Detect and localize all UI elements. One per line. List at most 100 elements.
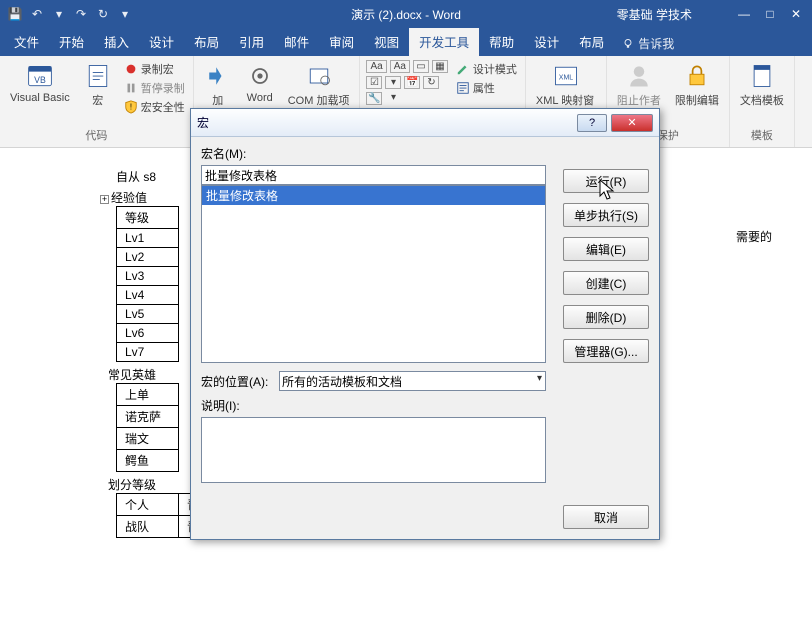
macro-list[interactable]: 批量修改表格 <box>201 185 546 363</box>
restrict-icon <box>683 62 711 90</box>
qat-dropdown-icon[interactable]: ▾ <box>116 5 134 23</box>
delete-button[interactable]: 删除(D) <box>563 305 649 329</box>
ribbon-tabs: 文件 开始 插入 设计 布局 引用 邮件 审阅 视图 开发工具 帮助 设计 布局… <box>0 28 812 56</box>
table-cell: 诺克萨 <box>117 406 179 428</box>
tab-insert[interactable]: 插入 <box>94 27 139 56</box>
tab-home[interactable]: 开始 <box>49 27 94 56</box>
macro-location-select[interactable] <box>279 371 546 391</box>
design-mode-button[interactable]: 设计模式 <box>454 60 519 78</box>
group-template-label: 模板 <box>736 127 788 145</box>
dialog-titlebar[interactable]: 宏 ? ✕ <box>191 109 659 137</box>
macro-list-item[interactable]: 批量修改表格 <box>202 186 545 205</box>
shield-warning-icon: ! <box>124 100 138 114</box>
save-icon[interactable]: 💾 <box>6 5 24 23</box>
addins-button[interactable]: 加 <box>200 60 236 110</box>
macro-description-box[interactable] <box>201 417 546 483</box>
visual-basic-button[interactable]: VB Visual Basic <box>6 60 74 106</box>
xml-icon: XML <box>552 62 580 90</box>
rich-text-control-icon[interactable]: Aa <box>366 60 386 73</box>
tell-me[interactable]: 告诉我 <box>614 31 682 56</box>
doc-exp-label: 经验值 <box>111 191 147 205</box>
group-code-label: 代码 <box>6 127 187 145</box>
outline-plus-icon[interactable]: + <box>100 195 109 204</box>
svg-text:VB: VB <box>34 75 46 85</box>
macro-location-label: 宏的位置(A): <box>201 373 271 390</box>
close-button[interactable]: ✕ <box>784 7 808 21</box>
design-mode-icon <box>456 62 470 76</box>
maximize-button[interactable]: □ <box>758 7 782 21</box>
doc-heroes-label: 常见英雄 <box>108 368 156 382</box>
tab-file[interactable]: 文件 <box>4 27 49 56</box>
table-cell: 瑞文 <box>117 428 179 450</box>
plain-text-control-icon[interactable]: Aa <box>390 60 410 73</box>
building-block-control-icon[interactable]: ▦ <box>432 60 448 73</box>
doc-text-right: 需要的 <box>736 228 772 245</box>
macro-description-label: 说明(I): <box>201 397 649 414</box>
undo-icon[interactable]: ↶ <box>28 5 46 23</box>
create-button[interactable]: 创建(C) <box>563 271 649 295</box>
table-cell: Lv7 <box>117 343 179 362</box>
restrict-editing-button[interactable]: 限制编辑 <box>671 60 723 110</box>
properties-button[interactable]: 属性 <box>454 79 519 97</box>
macro-name-input[interactable] <box>201 165 546 185</box>
checkbox-control-icon[interactable]: ☑ <box>366 76 382 89</box>
cancel-button[interactable]: 取消 <box>563 505 649 529</box>
tab-mailings[interactable]: 邮件 <box>274 27 319 56</box>
tab-review[interactable]: 审阅 <box>319 27 364 56</box>
document-template-button[interactable]: 文档模板 <box>736 60 788 110</box>
heroes-table: 上单 诺克萨 瑞文 鳄鱼 <box>116 383 179 472</box>
step-into-button[interactable]: 单步执行(S) <box>563 203 649 227</box>
title-right-text: 零基础 学技术 <box>617 6 692 23</box>
addin-icon <box>204 62 232 90</box>
group-code: VB Visual Basic 宏 录制宏 暂停录制 !宏安全性 代码 <box>0 56 194 147</box>
table-cell: 个人 <box>117 494 179 516</box>
table-cell: 上单 <box>117 384 179 406</box>
macro-security-button[interactable]: !宏安全性 <box>122 98 187 116</box>
pause-recording-button: 暂停录制 <box>122 79 187 97</box>
tell-me-label: 告诉我 <box>638 35 674 52</box>
organizer-button[interactable]: 管理器(G)... <box>563 339 649 363</box>
title-bar: 💾 ↶ ▾ ↷ ↻ ▾ 演示 (2).docx - Word 零基础 学技术 —… <box>0 0 812 28</box>
tab-references[interactable]: 引用 <box>229 27 274 56</box>
block-author-icon <box>625 62 653 90</box>
word-addins-button[interactable]: Word <box>242 60 278 106</box>
block-authors-button: 阻止作者 <box>613 60 665 110</box>
record-macro-button[interactable]: 录制宏 <box>122 60 187 78</box>
repeating-control-icon[interactable]: ↻ <box>423 76 439 89</box>
minimize-button[interactable]: — <box>732 7 756 21</box>
pause-icon <box>124 81 138 95</box>
redo-icon[interactable]: ↷ <box>72 5 90 23</box>
qat-more-icon[interactable]: ▾ <box>50 5 68 23</box>
table-cell: Lv2 <box>117 248 179 267</box>
legacy-dropdown-icon[interactable]: ▾ <box>385 92 401 105</box>
macro-dialog: 宏 ? ✕ 宏名(M): 批量修改表格 宏的位置(A): 说明(I): 运行(R… <box>190 108 660 540</box>
date-control-icon[interactable]: 📅 <box>404 76 420 89</box>
macros-icon <box>84 62 112 90</box>
svg-text:!: ! <box>130 103 132 112</box>
run-button[interactable]: 运行(R) <box>563 169 649 193</box>
tab-help[interactable]: 帮助 <box>479 27 524 56</box>
tab-developer[interactable]: 开发工具 <box>409 27 479 56</box>
edit-button[interactable]: 编辑(E) <box>563 237 649 261</box>
com-addins-button[interactable]: COM 加载项 <box>284 60 354 110</box>
table-cell: Lv4 <box>117 286 179 305</box>
macros-button[interactable]: 宏 <box>80 60 116 110</box>
lightbulb-icon <box>622 38 634 50</box>
dialog-help-button[interactable]: ? <box>577 114 607 132</box>
tab-layout[interactable]: 布局 <box>184 27 229 56</box>
dialog-close-button[interactable]: ✕ <box>611 114 653 132</box>
table-header: 等级 <box>117 207 179 229</box>
combobox-control-icon[interactable]: ▾ <box>385 76 401 89</box>
picture-control-icon[interactable]: ▭ <box>413 60 429 73</box>
quick-access-toolbar: 💾 ↶ ▾ ↷ ↻ ▾ <box>0 5 134 23</box>
doc-text: 自从 s8 <box>116 170 156 184</box>
document-title: 演示 (2).docx - Word <box>351 6 461 23</box>
tab-design[interactable]: 设计 <box>139 27 184 56</box>
group-template: 文档模板 模板 <box>730 56 795 147</box>
tab-view[interactable]: 视图 <box>364 27 409 56</box>
legacy-tools-icon[interactable]: 🔧 <box>366 92 382 105</box>
dialog-title: 宏 <box>197 114 209 131</box>
tab-table-design[interactable]: 设计 <box>524 27 569 56</box>
tab-table-layout[interactable]: 布局 <box>569 27 614 56</box>
refresh-icon[interactable]: ↻ <box>94 5 112 23</box>
